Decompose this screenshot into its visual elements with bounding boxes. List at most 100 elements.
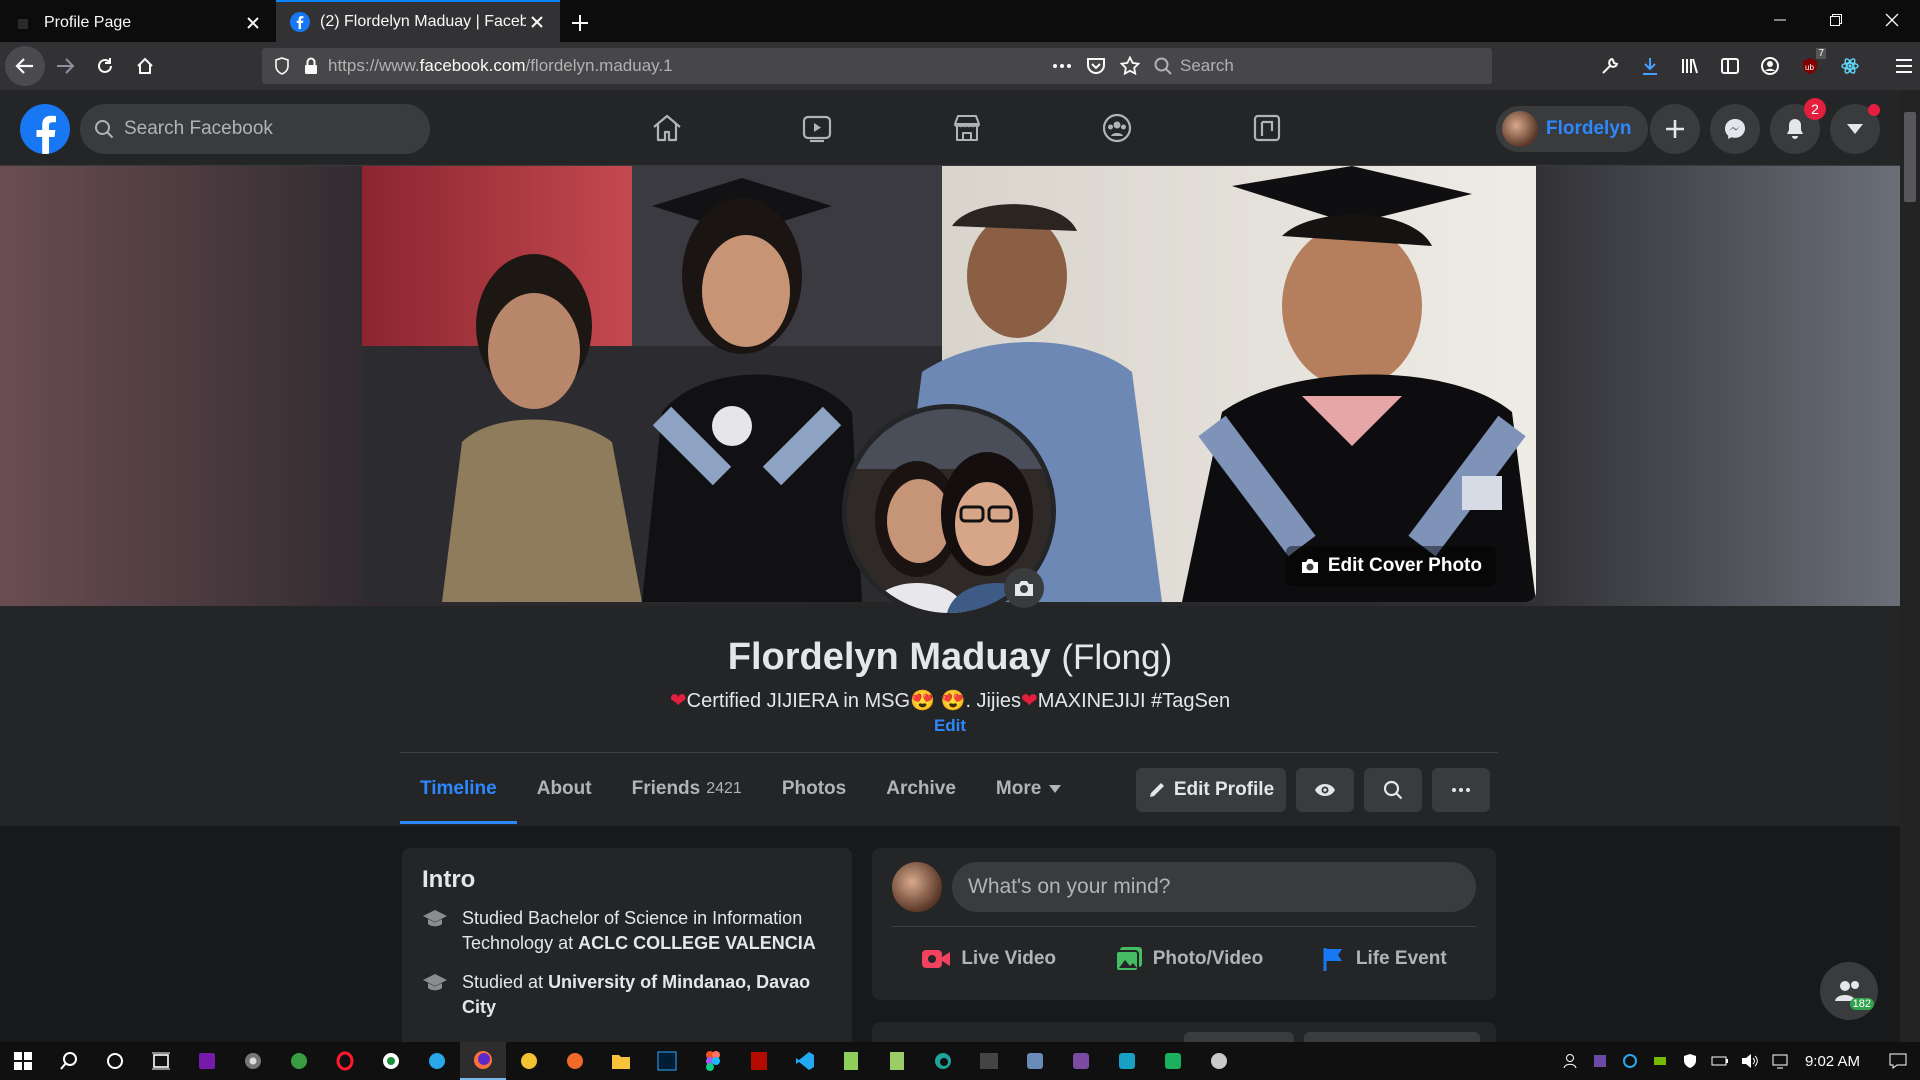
browser-tab-facebook[interactable]: (2) Flordelyn Maduay | Faceboo <box>276 0 560 42</box>
app-icon[interactable] <box>1012 1042 1058 1080</box>
tray-app-icon[interactable] <box>1585 1042 1615 1080</box>
action-center-icon[interactable] <box>1876 1042 1920 1080</box>
edge-icon[interactable] <box>920 1042 966 1080</box>
app-icon[interactable] <box>552 1042 598 1080</box>
tab-about[interactable]: About <box>517 754 612 824</box>
tab-photos[interactable]: Photos <box>762 754 866 824</box>
marketplace-icon <box>954 115 980 141</box>
create-button[interactable] <box>1650 104 1700 154</box>
taskbar-clock[interactable]: 9:02 AM <box>1795 1053 1876 1070</box>
page-scrollbar[interactable] <box>1900 90 1920 1042</box>
people-icon[interactable] <box>1555 1042 1585 1080</box>
messenger-button[interactable] <box>1710 104 1760 154</box>
reload-button[interactable] <box>85 46 125 86</box>
nav-home-button[interactable] <box>592 90 742 166</box>
nav-gaming-button[interactable] <box>1192 90 1342 166</box>
nav-watch-button[interactable] <box>742 90 892 166</box>
app-icon[interactable] <box>506 1042 552 1080</box>
app-icon[interactable] <box>368 1042 414 1080</box>
download-icon[interactable] <box>1630 46 1670 86</box>
live-video-icon <box>922 950 951 968</box>
browser-tab-profile-page[interactable]: Profile Page <box>0 4 276 42</box>
volume-icon[interactable] <box>1735 1042 1765 1080</box>
search-profile-button[interactable] <box>1364 768 1422 812</box>
graduation-cap-icon <box>422 908 448 956</box>
tab-more[interactable]: More <box>976 754 1081 824</box>
live-video-button[interactable]: Live Video <box>921 933 1056 985</box>
edit-profile-button[interactable]: Edit Profile <box>1136 768 1286 812</box>
view-as-button[interactable] <box>1296 768 1354 812</box>
tab-friends[interactable]: Friends 2421 <box>612 754 762 824</box>
forward-button[interactable] <box>45 46 85 86</box>
scrollbar-thumb[interactable] <box>1904 112 1916 202</box>
taskbar-search-icon[interactable] <box>46 1042 92 1080</box>
terminal-icon[interactable] <box>966 1042 1012 1080</box>
wrench-icon[interactable] <box>1590 46 1630 86</box>
page-actions-icon[interactable] <box>1052 63 1072 69</box>
edit-cover-photo-button[interactable]: Edit Cover Photo <box>1285 546 1496 586</box>
photo-video-button[interactable]: Photo/Video <box>1114 933 1263 985</box>
app-icon[interactable] <box>828 1042 874 1080</box>
onenote-icon[interactable] <box>184 1042 230 1080</box>
react-devtools-icon[interactable] <box>1830 46 1870 86</box>
restore-icon[interactable] <box>1808 0 1864 40</box>
app-icon[interactable] <box>1058 1042 1104 1080</box>
bookmark-star-icon[interactable] <box>1120 56 1140 76</box>
new-tab-button[interactable] <box>560 4 600 42</box>
life-event-button[interactable]: Life Event <box>1322 933 1447 985</box>
opera-icon[interactable] <box>322 1042 368 1080</box>
battery-icon[interactable] <box>1705 1042 1735 1080</box>
profile-chip[interactable]: Flordelyn <box>1496 106 1648 152</box>
file-explorer-icon[interactable] <box>598 1042 644 1080</box>
new-room-contacts-button[interactable]: 182 <box>1820 962 1878 1020</box>
app-icon[interactable] <box>1196 1042 1242 1080</box>
library-icon[interactable] <box>1670 46 1710 86</box>
nav-groups-button[interactable] <box>1042 90 1192 166</box>
close-tab-icon[interactable] <box>242 12 264 34</box>
app-icon[interactable] <box>276 1042 322 1080</box>
minimize-icon[interactable] <box>1752 0 1808 40</box>
close-window-icon[interactable] <box>1864 0 1920 40</box>
browser-search-bar[interactable]: Search <box>1144 48 1492 84</box>
app-icon[interactable] <box>1104 1042 1150 1080</box>
acrobat-icon[interactable] <box>736 1042 782 1080</box>
url-bar[interactable]: https://www.facebook.com/flordelyn.madua… <box>262 48 1148 84</box>
chrome-icon[interactable] <box>230 1042 276 1080</box>
windows-start-icon[interactable] <box>0 1042 46 1080</box>
tab-timeline[interactable]: Timeline <box>400 754 517 824</box>
task-view-icon[interactable] <box>138 1042 184 1080</box>
update-profile-picture-button[interactable] <box>1004 568 1044 608</box>
tracking-shield-icon[interactable] <box>274 57 290 75</box>
notifications-button[interactable]: 2 <box>1770 98 1826 154</box>
facebook-logo-icon[interactable] <box>20 104 70 154</box>
sidebar-icon[interactable] <box>1710 46 1750 86</box>
vscode-icon[interactable] <box>782 1042 828 1080</box>
back-button[interactable] <box>5 46 45 86</box>
firefox-icon[interactable] <box>460 1042 506 1080</box>
edge-legacy-icon[interactable] <box>414 1042 460 1080</box>
lock-icon[interactable] <box>304 57 318 75</box>
close-tab-icon[interactable] <box>526 11 548 33</box>
tab-archive[interactable]: Archive <box>866 754 976 824</box>
figma-icon[interactable] <box>690 1042 736 1080</box>
hamburger-menu-icon[interactable] <box>1884 46 1920 86</box>
facebook-search-input[interactable]: Search Facebook <box>80 104 430 154</box>
nvidia-icon[interactable] <box>1645 1042 1675 1080</box>
cortana-icon[interactable] <box>92 1042 138 1080</box>
app-icon[interactable] <box>874 1042 920 1080</box>
more-options-button[interactable] <box>1432 768 1490 812</box>
network-icon[interactable] <box>1765 1042 1795 1080</box>
heart-icon: ❤ <box>669 690 687 712</box>
home-button[interactable] <box>125 46 165 86</box>
account-menu-button[interactable] <box>1830 104 1880 154</box>
ublock-icon[interactable]: ub 7 <box>1790 46 1830 86</box>
photoshop-icon[interactable] <box>644 1042 690 1080</box>
whats-on-your-mind-input[interactable]: What's on your mind? <box>952 862 1476 912</box>
app-icon[interactable] <box>1150 1042 1196 1080</box>
account-icon[interactable] <box>1750 46 1790 86</box>
edit-bio-link[interactable]: Edit <box>0 716 1900 736</box>
nav-marketplace-button[interactable] <box>892 90 1042 166</box>
tray-app-icon[interactable] <box>1615 1042 1645 1080</box>
pocket-icon[interactable] <box>1086 56 1106 76</box>
defender-icon[interactable] <box>1675 1042 1705 1080</box>
